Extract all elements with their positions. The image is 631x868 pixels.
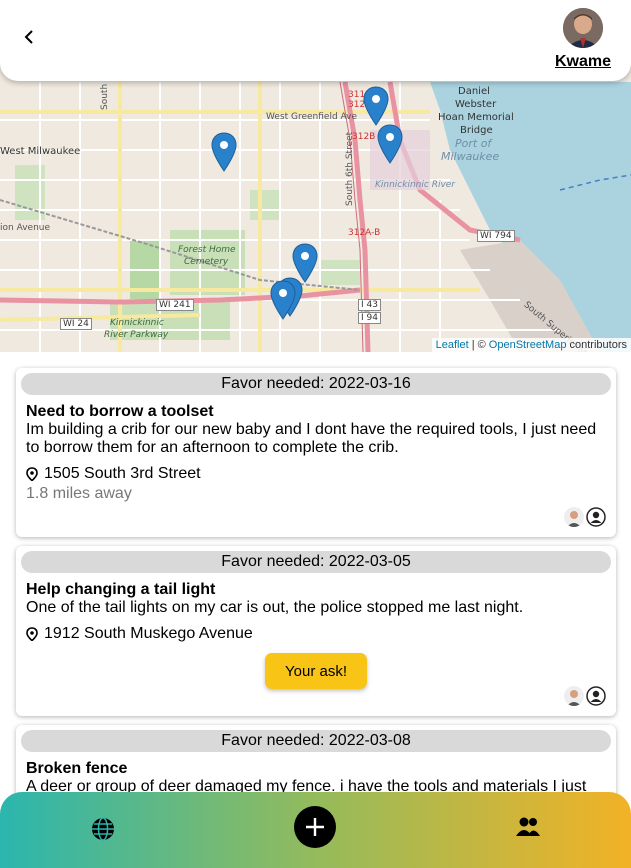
participant-avatar[interactable] <box>586 507 606 527</box>
map-label-i94: I 94 <box>358 312 381 324</box>
favor-location: 1505 South 3rd Street <box>26 465 616 483</box>
location-pin-icon <box>26 467 38 481</box>
participant-avatar[interactable] <box>564 686 584 706</box>
map-label-west-milwaukee: West Milwaukee <box>0 146 81 157</box>
favor-date: Favor needed: 2022-03-08 <box>21 730 611 752</box>
map-label-cemetery: Cemetery <box>184 257 229 267</box>
people-icon <box>516 817 540 836</box>
map-label-forest-home: Forest Home <box>178 245 236 255</box>
favor-distance: 1.8 miles away <box>26 485 132 502</box>
attribution-contributors: contributors <box>569 339 627 351</box>
favor-card[interactable]: Favor needed: 2022-03-05 Help changing a… <box>16 546 616 716</box>
map-label-port-of: Port of <box>455 137 492 150</box>
location-pin-icon <box>26 627 38 641</box>
leaflet-link[interactable]: Leaflet <box>436 339 469 351</box>
map-pin-icon[interactable] <box>377 124 403 164</box>
map-label-hoan: Hoan Memorial <box>438 112 514 123</box>
username[interactable]: Kwame <box>555 53 611 71</box>
map-attribution: Leaflet | © OpenStreetMap contributors <box>431 338 631 352</box>
user-circle-icon <box>586 686 606 706</box>
avatar[interactable] <box>563 8 603 48</box>
participant-avatar[interactable] <box>586 686 606 706</box>
favor-address: 1912 South Muskego Avenue <box>44 625 253 642</box>
map-label-wi24: WI 24 <box>60 318 92 330</box>
map-label-bridge: Bridge <box>460 125 493 136</box>
favor-title: Broken fence <box>26 760 128 777</box>
attribution-sep: | © <box>471 339 486 351</box>
map-label-wi241: WI 241 <box>156 299 194 311</box>
participants <box>564 507 606 527</box>
explore-button[interactable] <box>90 816 116 842</box>
favor-card[interactable]: Favor needed: 2022-03-16 Need to borrow … <box>16 368 616 537</box>
osm-link[interactable]: OpenStreetMap <box>489 339 567 351</box>
map-label-kk-parkway-2: River Parkway <box>104 330 169 340</box>
map-pin-icon[interactable] <box>270 280 296 320</box>
globe-icon <box>92 817 114 841</box>
map-label-milwaukee: Milwaukee <box>441 150 500 163</box>
map-label-i43: I 43 <box>358 299 381 311</box>
back-button[interactable] <box>18 26 40 48</box>
map-label-ion-avenue: ion Avenue <box>0 223 51 233</box>
participants <box>564 686 606 706</box>
favor-title: Help changing a tail light <box>26 581 216 598</box>
bottom-nav <box>0 792 631 868</box>
map-label-6th: South 6th Street <box>345 131 355 206</box>
person-photo-icon <box>564 686 584 706</box>
favor-description: One of the tail lights on my car is out,… <box>26 599 524 616</box>
map-label-greenfield: West Greenfield Ave <box>266 112 358 122</box>
favor-address: 1505 South 3rd Street <box>44 465 201 482</box>
participant-avatar[interactable] <box>564 507 584 527</box>
people-button[interactable] <box>515 816 541 838</box>
map-label-webster: Webster <box>455 99 497 110</box>
map-label-kk-parkway-1: Kinnickinnic <box>110 318 164 328</box>
map-label-kk-river: Kinnickinnic River <box>375 180 456 190</box>
user-avatar-icon <box>563 8 603 48</box>
map-label-exit-312ab: 312A-B <box>348 228 381 238</box>
favor-location: 1912 South Muskego Avenue <box>26 625 616 643</box>
user-circle-icon <box>586 507 606 527</box>
your-ask-button[interactable]: Your ask! <box>265 653 367 689</box>
map-pin-icon[interactable] <box>363 86 389 126</box>
add-favor-button[interactable] <box>294 806 336 848</box>
chevron-left-icon <box>24 30 33 44</box>
favor-title: Need to borrow a toolset <box>26 403 214 420</box>
favor-date: Favor needed: 2022-03-16 <box>21 373 611 395</box>
map-label-wi794: WI 794 <box>477 230 515 242</box>
plus-icon <box>306 818 324 836</box>
app-header: Kwame <box>0 0 631 81</box>
favor-date: Favor needed: 2022-03-05 <box>21 551 611 573</box>
favor-description: Im building a crib for our new baby and … <box>26 421 597 456</box>
person-photo-icon <box>564 507 584 527</box>
map-label-exit-312b: 312B <box>352 132 376 142</box>
map-label-daniel: Daniel <box>458 86 490 97</box>
map-pin-icon[interactable] <box>211 132 237 172</box>
